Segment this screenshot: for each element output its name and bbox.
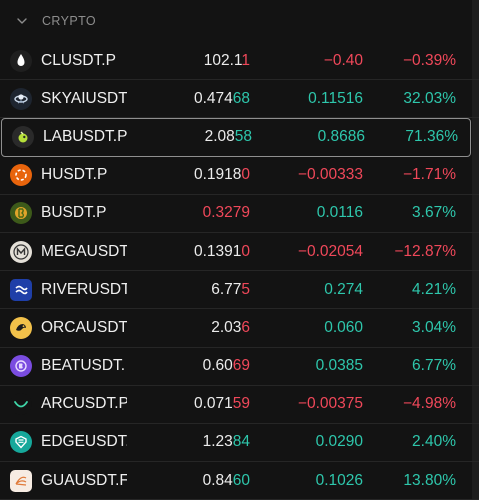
change-value: −0.02054 <box>297 242 363 260</box>
change-percent: 3.04% <box>412 318 456 336</box>
watchlist-row[interactable]: RIVERUSDT 6.775 0.274 4.21% <box>0 271 479 310</box>
last-price: 0.3279 <box>202 204 250 222</box>
watchlist: CLUSDT.P 102.11 −0.40 −0.39% SKYAIUSDT. … <box>0 42 479 500</box>
change-percent: 6.77% <box>412 357 456 375</box>
watchlist-row[interactable]: EDGEUSDT. 1.2384 0.0290 2.40% <box>0 424 479 463</box>
arc-icon <box>10 393 32 416</box>
symbol-label: HUSDT.P <box>41 166 108 184</box>
edge-icon <box>10 431 32 454</box>
last-price: 1.2384 <box>202 433 250 451</box>
watchlist-row[interactable]: MEGAUSDT 0.13910 −0.02054 −12.87% <box>0 233 479 272</box>
last-price: 2.0858 <box>204 128 252 146</box>
change-value: 0.060 <box>324 318 363 336</box>
watchlist-row[interactable]: ARCUSDT.P 0.07159 −0.00375 −4.98% <box>0 386 479 424</box>
lab-icon <box>12 126 34 149</box>
change-value: 0.8686 <box>317 128 365 146</box>
change-percent: 3.67% <box>412 204 456 222</box>
gua-icon <box>10 469 32 492</box>
change-percent: −0.39% <box>402 51 456 69</box>
symbol-label: RIVERUSDT <box>41 280 127 298</box>
change-percent: 13.80% <box>403 471 456 489</box>
watchlist-row[interactable]: SKYAIUSDT. 0.47468 0.11516 32.03% <box>0 80 479 119</box>
watchlist-row-selected[interactable]: LABUSDT.P 2.0858 0.8686 71.36% <box>1 118 471 157</box>
section-title: CRYPTO <box>42 14 97 28</box>
symbol-label: BUSDT.P <box>41 204 107 222</box>
h-token-icon <box>10 164 32 187</box>
change-percent: −12.87% <box>394 242 456 260</box>
last-price: 6.775 <box>211 280 250 298</box>
watchlist-row[interactable]: GUAUSDT.F 0.8460 0.1026 13.80% <box>0 462 479 500</box>
mega-icon <box>10 240 32 263</box>
symbol-label: LABUSDT.P <box>43 128 128 146</box>
change-value: 0.274 <box>324 280 363 298</box>
change-percent: 32.03% <box>403 89 456 107</box>
change-value: 0.0116 <box>316 204 363 222</box>
change-percent: 71.36% <box>405 128 458 146</box>
sky-ai-icon <box>10 87 32 110</box>
change-percent: 4.21% <box>412 280 456 298</box>
section-header-crypto[interactable]: CRYPTO <box>0 0 479 42</box>
change-percent: −1.71% <box>402 166 456 184</box>
last-price: 2.036 <box>211 318 250 336</box>
last-price: 102.11 <box>203 51 250 69</box>
symbol-label: ARCUSDT.P <box>41 395 127 413</box>
change-value: 0.1026 <box>315 471 363 489</box>
last-price: 0.6069 <box>202 357 250 375</box>
beat-icon <box>10 355 32 378</box>
last-price: 0.07159 <box>193 395 250 413</box>
symbol-label: BEATUSDT. <box>41 357 126 375</box>
watchlist-row[interactable]: BUSDT.P 0.3279 0.0116 3.67% <box>0 195 479 233</box>
watchlist-row[interactable]: HUSDT.P 0.19180 −0.00333 −1.71% <box>0 157 479 195</box>
last-price: 0.47468 <box>193 89 250 107</box>
symbol-label: ORCAUSDT. <box>41 318 127 336</box>
watchlist-row[interactable]: CLUSDT.P 102.11 −0.40 −0.39% <box>0 42 479 81</box>
orca-icon <box>10 316 32 339</box>
change-value: 0.11516 <box>308 89 363 107</box>
symbol-label: SKYAIUSDT. <box>41 89 127 107</box>
b-token-icon <box>10 202 32 225</box>
watchlist-row[interactable]: BEATUSDT. 0.6069 0.0385 6.77% <box>0 348 479 386</box>
change-percent: 2.40% <box>412 433 456 451</box>
change-value: −0.40 <box>323 51 363 69</box>
change-percent: −4.98% <box>402 395 456 413</box>
last-price: 0.8460 <box>202 471 250 489</box>
symbol-label: EDGEUSDT. <box>41 433 127 451</box>
last-price: 0.13910 <box>193 242 250 260</box>
symbol-label: CLUSDT.P <box>41 51 116 69</box>
change-value: 0.0385 <box>315 357 363 375</box>
symbol-label: GUAUSDT.F <box>41 471 127 489</box>
last-price: 0.19180 <box>193 166 250 184</box>
change-value: 0.0290 <box>315 433 363 451</box>
river-icon <box>10 278 32 301</box>
change-value: −0.00375 <box>297 395 363 413</box>
watchlist-row[interactable]: ORCAUSDT. 2.036 0.060 3.04% <box>0 309 479 348</box>
change-value: −0.00333 <box>297 166 363 184</box>
symbol-label: MEGAUSDT <box>41 242 127 260</box>
droplet-icon <box>10 49 32 72</box>
chevron-down-icon <box>16 15 28 27</box>
